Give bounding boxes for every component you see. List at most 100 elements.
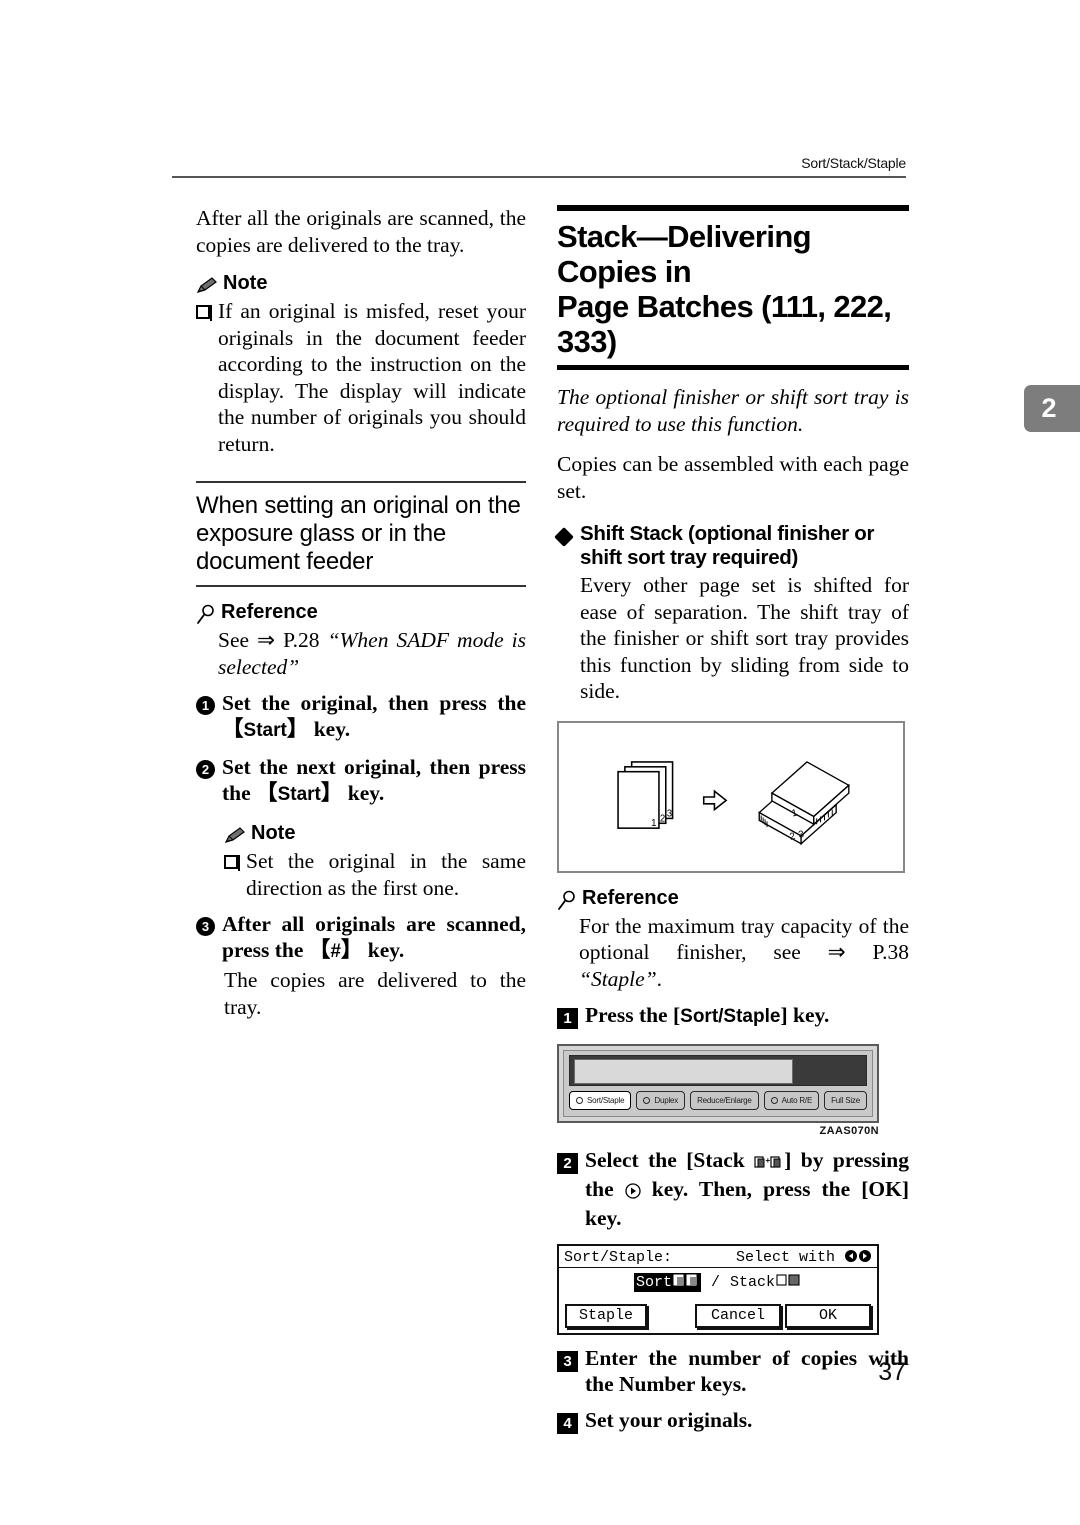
step-1-keycap: Start — [243, 720, 287, 741]
step-a-keycap: Sort/Staple — [680, 1006, 781, 1027]
reference-label-row-right: Reference — [557, 887, 909, 910]
stack-glyph-icon — [776, 1273, 802, 1292]
subsection-heading: Shift Stack (optional finisher or shift … — [580, 522, 875, 569]
full-size-button-label: Full Size — [831, 1096, 860, 1105]
chapter-rule-top — [557, 205, 909, 211]
reference-label-row: Reference — [196, 601, 526, 624]
section-rule-top — [196, 481, 526, 483]
step-a: 1 Press the [Sort/Staple] key. — [557, 1002, 909, 1030]
left-arrow-icon — [844, 1249, 858, 1263]
svg-text:2: 2 — [660, 813, 665, 824]
sort-staple-button[interactable]: Sort/Staple — [569, 1091, 632, 1110]
reference-prefix: See ⇒ P.28 — [218, 628, 328, 652]
led-indicator-icon — [643, 1097, 651, 1104]
lcd-separator: / — [710, 1274, 720, 1291]
control-panel-inner: Sort/Staple Duplex Reduce/Enlarge Auto R… — [563, 1050, 873, 1117]
step-number-badge: 1 — [196, 696, 215, 715]
step-d: 4 Set your originals. — [557, 1407, 909, 1434]
lcd-title: Sort/Staple: — [564, 1249, 673, 1266]
step-number-badge: 4 — [557, 1413, 578, 1434]
reference-text: See ⇒ P.28 “When SADF mode is selected” — [218, 627, 526, 680]
note-label: Note — [223, 272, 268, 294]
magnifier-icon — [557, 890, 577, 910]
lead-paragraph: Copies can be assembled with each page s… — [557, 452, 909, 503]
page-number: 37 — [878, 1358, 906, 1386]
chapter-rule-bottom — [557, 365, 909, 370]
lcd-title-row: Sort/Staple: Select with — [559, 1246, 877, 1268]
right-column: Stack—Delivering Copies in Page Batches … — [554, 205, 909, 1434]
right-arrow-key-icon — [625, 1179, 641, 1205]
control-panel-button-row: Sort/Staple Duplex Reduce/Enlarge Auto R… — [569, 1091, 867, 1110]
led-indicator-icon — [576, 1097, 583, 1104]
step-2-note-block: Note Set the original in the same direct… — [224, 822, 526, 901]
lcd-option-sort-label: Sort — [635, 1274, 672, 1291]
section-heading: When setting an original on the exposure… — [196, 492, 521, 575]
section-rule-bottom — [196, 585, 526, 587]
lcd-cancel-button[interactable]: Cancel — [695, 1304, 781, 1328]
reduce-enlarge-button-label: Reduce/Enlarge — [697, 1096, 752, 1105]
pencil-icon — [196, 277, 218, 295]
step-1-text-after: key. — [308, 717, 351, 741]
shift-stack-diagram-svg: 3 2 1 1 3 2 — [617, 760, 850, 845]
control-panel-body: Sort/Staple Duplex Reduce/Enlarge Auto R… — [557, 1044, 879, 1123]
step-a-before: Press the [ — [585, 1003, 681, 1027]
step-3-result: The copies are delivered to the tray. — [224, 968, 526, 1019]
stack-glyph-icon: + — [754, 1150, 784, 1176]
page-title-line-1: Stack—Delivering Copies in — [557, 219, 812, 289]
svg-text:1: 1 — [651, 818, 656, 829]
reduce-enlarge-button[interactable]: Reduce/Enlarge — [690, 1091, 759, 1110]
step-number-badge: 2 — [557, 1153, 578, 1174]
step-2-keycap: Start — [277, 784, 321, 805]
subsection-heading-row: Shift Stack (optional finisher or shift … — [554, 522, 909, 570]
lcd-staple-button[interactable]: Staple — [565, 1304, 648, 1328]
reference-right-tail: . — [656, 966, 663, 991]
control-panel-figure: Sort/Staple Duplex Reduce/Enlarge Auto R… — [557, 1044, 879, 1137]
step-a-after: ] key. — [780, 1003, 830, 1027]
step-2-text-after: key. — [342, 781, 385, 805]
step-1-text-before: Set the original, then press the — [222, 691, 526, 715]
step-2-text: Set the next original, then press the 【S… — [222, 755, 526, 805]
step-number-badge: 2 — [196, 760, 215, 779]
step-3-text: After all originals are scanned, press t… — [222, 912, 526, 962]
subsection-body: Every other page set is shifted for ease… — [580, 573, 909, 703]
svg-text:+: + — [766, 1156, 771, 1165]
step-2: 2 Set the next original, then press the … — [196, 754, 526, 808]
step-d-text: Set your originals. — [585, 1408, 753, 1432]
svg-text:3: 3 — [667, 808, 672, 819]
sort-staple-button-label: Sort/Staple — [587, 1096, 625, 1105]
duplex-button[interactable]: Duplex — [636, 1091, 686, 1110]
lcd-ok-button[interactable]: OK — [785, 1304, 871, 1328]
note-label-2: Note — [251, 822, 296, 844]
reference-right-prefix: For the maximum tray capacity of the opt… — [579, 913, 909, 965]
reference-text-right: For the maximum tray capacity of the opt… — [579, 913, 909, 993]
lcd-screen-figure: Sort/Staple: Select with Sort / Stack St… — [557, 1244, 879, 1335]
step-3-keycap: # — [330, 941, 341, 962]
lcd-options-row: Sort / Stack — [559, 1268, 877, 1304]
step-3: 3 After all originals are scanned, press… — [196, 911, 526, 965]
square-bullet-icon — [196, 305, 210, 319]
header-rule — [172, 176, 906, 178]
reference-label-right: Reference — [582, 886, 679, 909]
lcd-option-sort[interactable]: Sort — [633, 1273, 701, 1292]
lcd-button-row: Staple Cancel OK — [559, 1304, 877, 1333]
control-panel-screen-lit-area — [574, 1059, 794, 1084]
auto-re-button-label: Auto R/E — [781, 1096, 813, 1105]
figure-id: ZAAS070N — [819, 1125, 879, 1137]
full-size-button[interactable]: Full Size — [824, 1091, 867, 1110]
lcd-option-stack-label: Stack — [730, 1274, 776, 1291]
lcd-option-stack[interactable]: Stack — [730, 1273, 802, 1292]
duplex-button-label: Duplex — [654, 1096, 679, 1105]
magnifier-icon — [196, 604, 216, 624]
reference-label: Reference — [221, 601, 318, 623]
note-item-2: Set the original in the same direction a… — [224, 848, 526, 901]
left-column: After all the originals are scanned, the… — [196, 205, 526, 1020]
control-panel-screen — [569, 1055, 867, 1086]
intro-paragraph: After all the originals are scanned, the… — [196, 206, 526, 257]
page-title-line-2: Page Batches (111, 222, 333) — [557, 289, 892, 359]
auto-re-button[interactable]: Auto R/E — [763, 1091, 820, 1110]
step-number-badge: 1 — [557, 1008, 578, 1029]
note-item: If an original is misfed, reset your ori… — [196, 298, 526, 457]
running-header: Sort/Stack/Staple — [801, 155, 906, 171]
page-title: Stack—Delivering Copies in Page Batches … — [557, 219, 909, 359]
step-number-badge: 3 — [196, 917, 215, 936]
